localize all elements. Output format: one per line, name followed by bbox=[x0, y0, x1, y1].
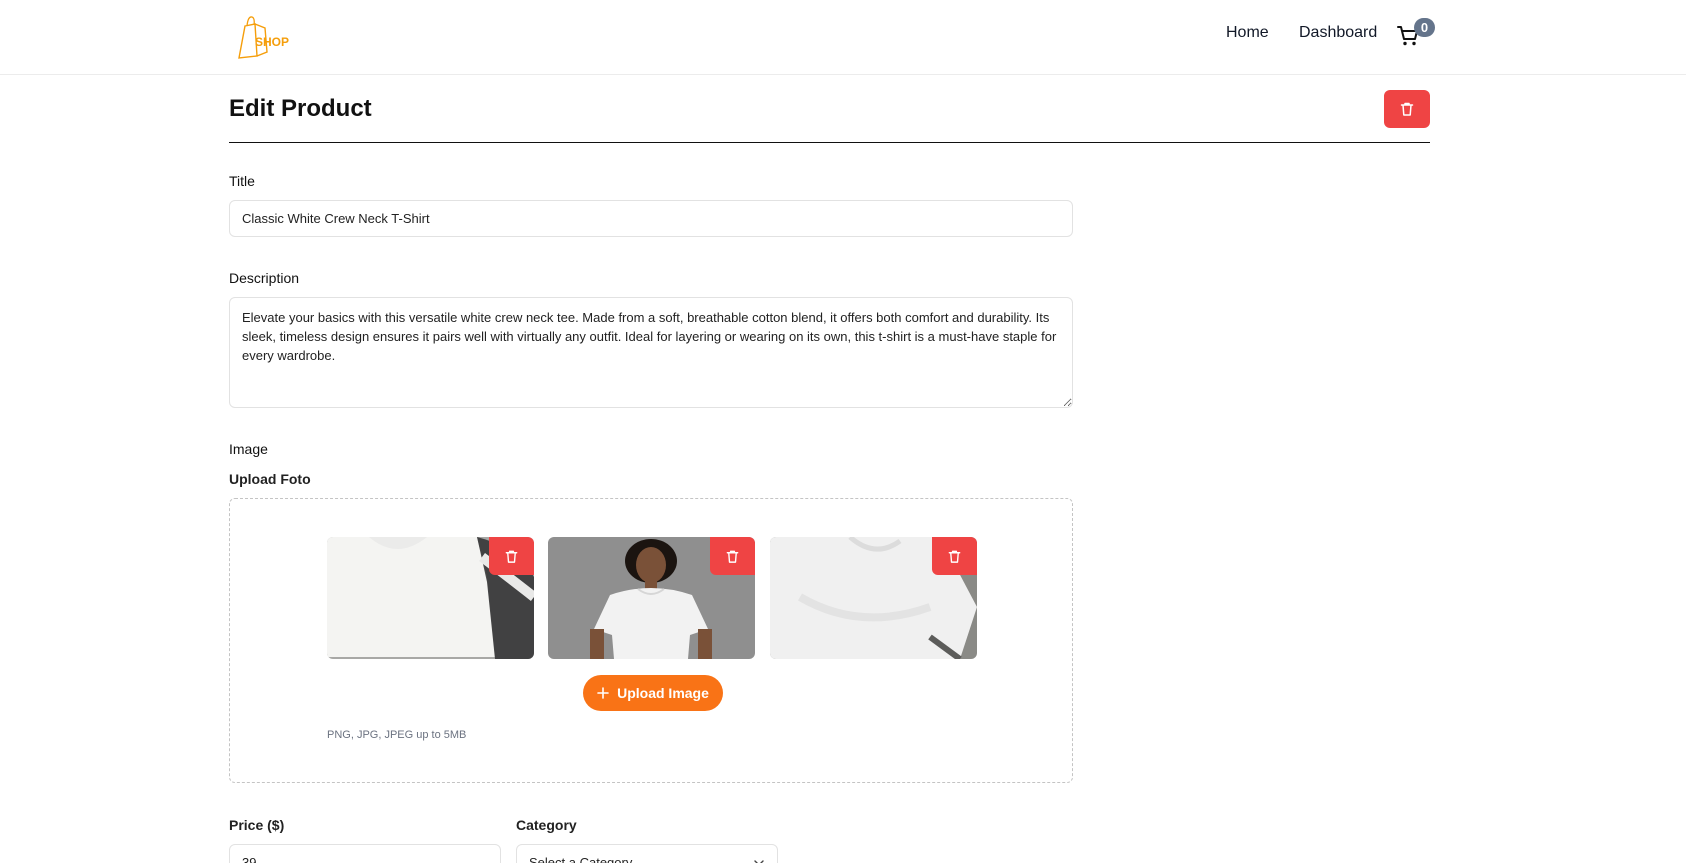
description-textarea[interactable]: Elevate your basics with this versatile … bbox=[229, 297, 1073, 408]
image-dropzone[interactable]: Upload Image PNG, JPG, JPEG up to 5MB bbox=[229, 498, 1073, 783]
price-input[interactable] bbox=[229, 844, 501, 863]
price-label: Price ($) bbox=[229, 817, 285, 833]
title-label: Title bbox=[229, 173, 255, 189]
title-divider bbox=[229, 142, 1430, 143]
nav-home-link[interactable]: Home bbox=[1226, 24, 1269, 42]
category-selected-value: Select a Category bbox=[529, 855, 633, 863]
shop-logo[interactable]: SHOP bbox=[233, 12, 303, 60]
trash-icon bbox=[948, 550, 961, 563]
page-title: Edit Product bbox=[229, 95, 372, 122]
upload-hint: PNG, JPG, JPEG up to 5MB bbox=[327, 729, 467, 741]
trash-icon bbox=[505, 550, 518, 563]
trash-icon bbox=[726, 550, 739, 563]
top-navbar: SHOP Home Dashboard 0 bbox=[0, 0, 1686, 75]
description-label: Description bbox=[229, 270, 300, 286]
trash-icon bbox=[1400, 102, 1414, 116]
category-select[interactable]: Select a Category bbox=[516, 844, 778, 863]
shop-bag-logo-icon: SHOP bbox=[238, 16, 289, 59]
chevron-down-icon bbox=[754, 859, 764, 863]
cart-count-badge: 0 bbox=[1414, 18, 1435, 37]
upload-image-button[interactable]: Upload Image bbox=[583, 675, 723, 711]
nav-dashboard-link[interactable]: Dashboard bbox=[1299, 24, 1377, 42]
delete-image-button[interactable] bbox=[932, 537, 977, 575]
plus-icon bbox=[597, 687, 609, 699]
image-label: Image bbox=[229, 441, 268, 457]
product-image-thumb bbox=[327, 537, 534, 659]
title-input[interactable] bbox=[229, 200, 1073, 237]
delete-image-button[interactable] bbox=[710, 537, 755, 575]
category-label: Category bbox=[516, 817, 577, 833]
product-image-thumb bbox=[548, 537, 755, 659]
upload-image-label: Upload Image bbox=[617, 685, 709, 701]
upload-foto-label: Upload Foto bbox=[229, 471, 311, 487]
delete-image-button[interactable] bbox=[489, 537, 534, 575]
delete-product-button[interactable] bbox=[1384, 90, 1430, 128]
logo-text: SHOP bbox=[255, 35, 289, 49]
product-image-thumb bbox=[770, 537, 977, 659]
